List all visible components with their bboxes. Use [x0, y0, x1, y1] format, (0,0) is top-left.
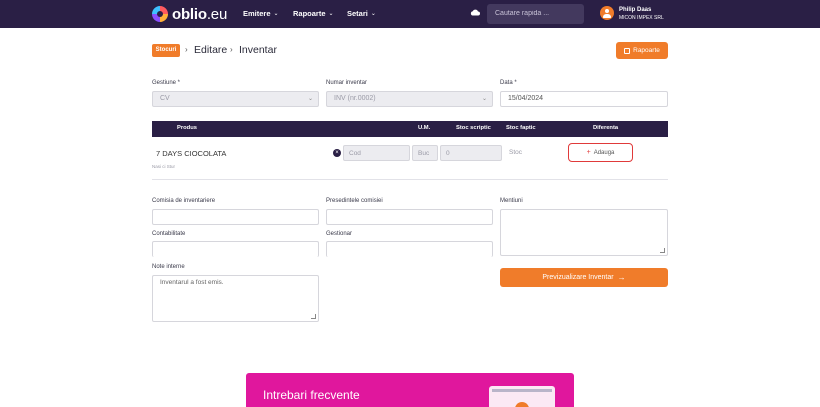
- data-value: 15/04/2024: [508, 95, 544, 102]
- nav-rapoarte[interactable]: Rapoarte ⌄: [293, 9, 334, 18]
- nav-emitere[interactable]: Emitere ⌄: [243, 9, 279, 18]
- user-company: MICON IMPEX SRL: [619, 15, 664, 21]
- data-input[interactable]: 15/04/2024: [500, 91, 668, 107]
- user-avatar[interactable]: [600, 6, 614, 20]
- logo-main-text: oblio: [172, 5, 207, 23]
- faq-illustration: [489, 386, 555, 407]
- data-label: Data *: [500, 80, 517, 86]
- nav-emitere-label: Emitere: [243, 9, 271, 18]
- comisia-input[interactable]: [152, 209, 319, 225]
- gestiune-value: CV: [160, 95, 170, 102]
- th-stoc-scriptic: Stoc scriptic: [456, 125, 491, 131]
- report-icon: [624, 47, 631, 54]
- plus-icon: +: [586, 149, 591, 156]
- remove-product-icon[interactable]: ×: [333, 149, 341, 157]
- note-interne-value: Inventarul a fost emis.: [160, 279, 224, 286]
- user-name[interactable]: Philip Daas: [619, 7, 651, 13]
- resize-handle-icon[interactable]: [660, 248, 665, 253]
- breadcrumb-stocuri-button[interactable]: Stocuri: [152, 44, 180, 57]
- arrow-right-icon: →: [617, 273, 626, 282]
- nav-setari-label: Setari: [347, 9, 368, 18]
- resize-handle-icon[interactable]: [311, 314, 316, 319]
- chevron-down-icon: ⌄: [328, 11, 334, 17]
- chevron-down-icon: ⌄: [370, 11, 376, 17]
- rapoarte-button-label: Rapoarte: [633, 47, 660, 54]
- numar-inventar-value: INV (nr.0002): [334, 95, 376, 102]
- contabilitate-input[interactable]: [152, 241, 319, 257]
- um-input[interactable]: Buc: [412, 145, 438, 161]
- gestionar-label: Gestionar: [326, 231, 353, 237]
- previzualizare-button[interactable]: Previzualizare Inventar →: [500, 268, 668, 287]
- th-um: U.M.: [418, 125, 431, 131]
- nav-setari[interactable]: Setari ⌄: [347, 9, 376, 18]
- gestionar-input[interactable]: [326, 241, 493, 257]
- product-name: 7 DAYS CIOCOLATA: [156, 149, 227, 158]
- breadcrumb-chevron-icon: ›: [230, 45, 233, 54]
- th-diferenta: Diferenta: [593, 125, 619, 131]
- comisia-label: Comisia de inventariere: [152, 198, 216, 204]
- faq-banner[interactable]: Intrebari frecvente: [246, 373, 574, 407]
- chevron-down-icon: ⌄: [307, 96, 313, 102]
- divider: [152, 179, 668, 180]
- stoc-faptic-input[interactable]: Stoc: [504, 145, 554, 161]
- presedinte-input[interactable]: [326, 209, 493, 225]
- presedinte-label: Presedintele comisiei: [326, 198, 383, 204]
- products-table-header: Produs U.M. Stoc scriptic Stoc faptic Di…: [152, 121, 668, 137]
- contabilitate-label: Contabilitate: [152, 231, 186, 237]
- product-subnote: Nasi ci Stur: [152, 164, 176, 169]
- breadcrumb-chevron-icon: ›: [185, 45, 188, 54]
- chevron-down-icon: ⌄: [273, 11, 279, 17]
- nav-rapoarte-label: Rapoarte: [293, 9, 326, 18]
- th-stoc-faptic: Stoc faptic: [506, 125, 536, 131]
- gestiune-select[interactable]: CV ⌄: [152, 91, 319, 107]
- adauga-button[interactable]: + Adauga: [568, 143, 633, 162]
- mentiuni-textarea[interactable]: [500, 209, 668, 256]
- mentiuni-label: Mentiuni: [500, 198, 523, 204]
- page-title: Inventar: [239, 44, 277, 56]
- numar-inventar-label: Numar inventar: [326, 80, 368, 86]
- top-nav: oblio.eu Emitere⌄ Rapoarte⌄ Setari⌄ Phil…: [0, 0, 820, 28]
- logo-tld-text: .eu: [206, 5, 228, 23]
- chevron-down-icon: ⌄: [481, 96, 487, 102]
- note-interne-label: Note interne: [152, 264, 185, 270]
- th-produs: Produs: [177, 125, 197, 131]
- cloud-icon[interactable]: [470, 9, 480, 16]
- breadcrumb-editare: Editare: [194, 44, 228, 56]
- previzualizare-label: Previzualizare Inventar: [542, 274, 614, 281]
- oblio-logo[interactable]: oblio.eu: [152, 5, 227, 23]
- cod-input[interactable]: Cod: [343, 145, 410, 161]
- stoc-scriptic-input[interactable]: 0: [440, 145, 502, 161]
- numar-inventar-select[interactable]: INV (nr.0002) ⌄: [326, 91, 493, 107]
- gestiune-label: Gestiune *: [152, 80, 181, 86]
- rapoarte-button[interactable]: Rapoarte: [616, 42, 668, 59]
- adauga-label: Adauga: [593, 149, 615, 156]
- search-input[interactable]: [487, 4, 584, 24]
- oblio-logo-icon: [152, 6, 168, 22]
- faq-title: Intrebari frecvente: [263, 388, 360, 402]
